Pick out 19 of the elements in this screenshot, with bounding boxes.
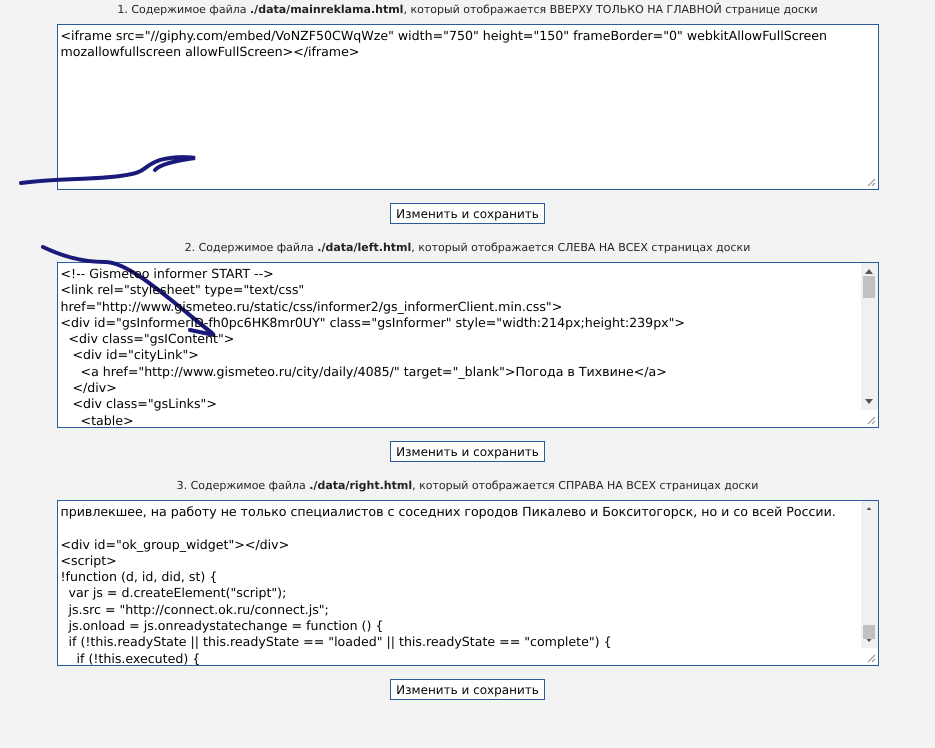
code-text-area[interactable]: привлекшее, на работу не только специалистов с соседних городов Пикалево и Бокситогорск, но и со всей России. <div id="ok_group_widget"></div> <script> !function (d, id, did, st) { var js = d.createElement("script"); js.src = "http://connect.ok.ru/connect.js"; js.onload = js.onreadystatechange = function () { if (!this.readyState || this.readyState == "loaded" || this.readyState == "complete") { if (!this.executed) { (56, 500, 878, 666)
save-button[interactable]: Изменить и сохранить (390, 441, 545, 462)
code-text-area[interactable]: <iframe src="//giphy.com/embed/VoNZF50CWqWze" width="750" height="150" frameBorder="0" webkitAllowFullScreen mozallowfullscreen allowFullScreen></iframe> (56, 24, 878, 190)
scrollbar[interactable] (860, 501, 878, 648)
scrollbar-thumb[interactable] (863, 276, 875, 298)
file-caption: 2. Содержимое файла ./data/left.html, который отображается СЛЕВА НА ВСЕХ страницах доски (184, 240, 750, 256)
scrollbar[interactable] (860, 263, 878, 410)
scroll-down-arrow-icon[interactable] (865, 638, 873, 642)
scrollbar-thumb[interactable] (863, 625, 875, 639)
save-button[interactable]: Изменить и сохранить (390, 679, 545, 700)
file-caption: 1. Содержимое файла ./data/mainreklama.html, который отображается ВВЕРХУ ТОЛЬКО НА ГЛАВНОЙ странице доски (117, 2, 818, 18)
scroll-up-arrow-icon[interactable] (865, 269, 873, 274)
scroll-down-arrow-icon[interactable] (865, 399, 873, 404)
file-caption: 3. Содержимое файла ./data/right.html, который отображается СПРАВА НА ВСЕХ страницах доски (176, 478, 758, 494)
scroll-up-arrow-icon[interactable] (865, 507, 873, 510)
save-button[interactable]: Изменить и сохранить (390, 203, 545, 224)
resize-grip-icon[interactable] (866, 653, 876, 663)
resize-grip-icon[interactable] (866, 177, 876, 187)
resize-grip-icon[interactable] (866, 415, 876, 425)
